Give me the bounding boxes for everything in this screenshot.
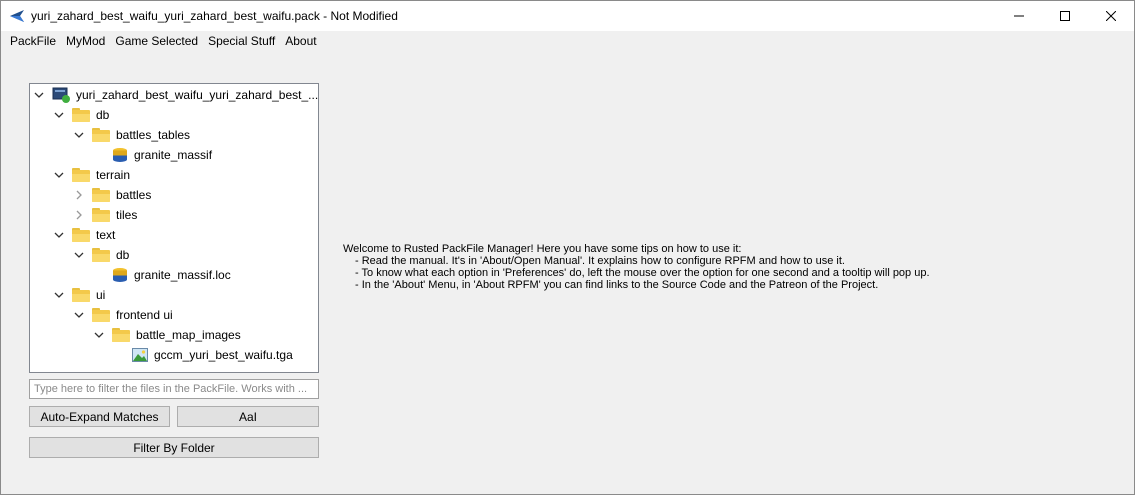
tree-item-label: battles xyxy=(116,188,152,202)
chevron-right-icon[interactable] xyxy=(72,205,86,225)
menu-about[interactable]: About xyxy=(280,31,321,51)
tree-item-file[interactable]: gccm_yuri_best_waifu.tga xyxy=(132,345,293,365)
app-window: yuri_zahard_best_waifu_yuri_zahard_best_… xyxy=(0,0,1135,495)
tree-item-file[interactable]: granite_massif xyxy=(112,145,212,165)
chevron-right-icon[interactable] xyxy=(72,185,86,205)
chevron-down-icon[interactable] xyxy=(52,165,66,185)
menu-special-stuff[interactable]: Special Stuff xyxy=(203,31,280,51)
chevron-down-icon[interactable] xyxy=(72,245,86,265)
tree-item-folder[interactable]: battle_map_images xyxy=(92,325,241,345)
welcome-tip: - Read the manual. It's in 'About/Open M… xyxy=(355,255,845,267)
tree-item-label: battle_map_images xyxy=(136,328,241,342)
tree-item-folder[interactable]: db xyxy=(52,105,109,125)
title-bar[interactable]: yuri_zahard_best_waifu_yuri_zahard_best_… xyxy=(1,1,1134,31)
window-controls xyxy=(996,1,1134,31)
tree-item-label: granite_massif.loc xyxy=(134,268,231,282)
folder-icon xyxy=(92,128,110,142)
tree-item-label: terrain xyxy=(96,168,131,182)
tree-item-folder[interactable]: frontend ui xyxy=(72,305,173,325)
tree-item-folder[interactable]: text xyxy=(52,225,115,245)
chevron-down-icon[interactable] xyxy=(72,305,86,325)
tree-item-label: yuri_zahard_best_waifu_yuri_zahard_best_… xyxy=(76,88,319,102)
tree-item-label: ui xyxy=(96,288,106,302)
chevron-down-icon[interactable] xyxy=(72,125,86,145)
tree-item-label: battles_tables xyxy=(116,128,191,142)
folder-icon xyxy=(92,248,110,262)
tree-item-label: granite_massif xyxy=(134,148,213,162)
tree-item-label: db xyxy=(116,248,130,262)
auto-expand-matches-button[interactable]: Auto-Expand Matches xyxy=(29,406,170,427)
tree-item-folder[interactable]: tiles xyxy=(72,205,137,225)
chevron-down-icon[interactable] xyxy=(52,285,66,305)
tree-item-folder[interactable]: terrain xyxy=(52,165,130,185)
tree-item-label: frontend ui xyxy=(116,308,173,322)
folder-icon xyxy=(72,228,90,242)
welcome-tip: - In the 'About' Menu, in 'About RPFM' y… xyxy=(355,279,879,291)
packfile-icon xyxy=(52,87,70,103)
minimize-button[interactable] xyxy=(996,1,1042,31)
tree-item-label: db xyxy=(96,108,110,122)
db-table-icon xyxy=(112,147,128,163)
close-button[interactable] xyxy=(1088,1,1134,31)
tree-item-folder[interactable]: battles_tables xyxy=(72,125,190,145)
case-sensitive-button[interactable]: AaI xyxy=(177,406,319,427)
tree-item-label: gccm_yuri_best_waifu.tga xyxy=(154,348,293,362)
maximize-button[interactable] xyxy=(1042,1,1088,31)
tree-item-file[interactable]: granite_massif.loc xyxy=(112,265,231,285)
chevron-down-icon[interactable] xyxy=(32,85,46,105)
app-logo-icon xyxy=(9,8,25,24)
menu-bar: PackFile MyMod Game Selected Special Stu… xyxy=(1,31,1134,51)
tree-item-folder[interactable]: battles xyxy=(72,185,151,205)
tree-item-folder[interactable]: ui xyxy=(52,285,105,305)
menu-game-selected[interactable]: Game Selected xyxy=(110,31,203,51)
menu-mymod[interactable]: MyMod xyxy=(61,31,110,51)
folder-icon xyxy=(92,188,110,202)
chevron-down-icon[interactable] xyxy=(92,325,106,345)
chevron-down-icon[interactable] xyxy=(52,105,66,125)
folder-icon xyxy=(92,308,110,322)
welcome-tip: - To know what each option in 'Preferenc… xyxy=(355,267,930,279)
image-file-icon xyxy=(132,348,148,362)
filter-by-folder-button[interactable]: Filter By Folder xyxy=(29,437,319,458)
tree-item-label: text xyxy=(96,228,116,242)
tree-item-pack-root[interactable]: yuri_zahard_best_waifu_yuri_zahard_best_… xyxy=(32,85,318,105)
folder-icon xyxy=(112,328,130,342)
menu-packfile[interactable]: PackFile xyxy=(5,31,61,51)
filter-input[interactable] xyxy=(29,379,319,399)
chevron-down-icon[interactable] xyxy=(52,225,66,245)
tree-item-folder[interactable]: db xyxy=(72,245,129,265)
tree-item-label: tiles xyxy=(116,208,138,222)
folder-icon xyxy=(92,208,110,222)
window-title: yuri_zahard_best_waifu_yuri_zahard_best_… xyxy=(31,9,398,23)
folder-icon xyxy=(72,288,90,302)
packfile-tree-view[interactable]: yuri_zahard_best_waifu_yuri_zahard_best_… xyxy=(29,83,319,373)
folder-icon xyxy=(72,168,90,182)
db-table-icon xyxy=(112,267,128,283)
welcome-intro: Welcome to Rusted PackFile Manager! Here… xyxy=(343,243,742,255)
folder-icon xyxy=(72,108,90,122)
welcome-message: Welcome to Rusted PackFile Manager! Here… xyxy=(343,243,1123,291)
